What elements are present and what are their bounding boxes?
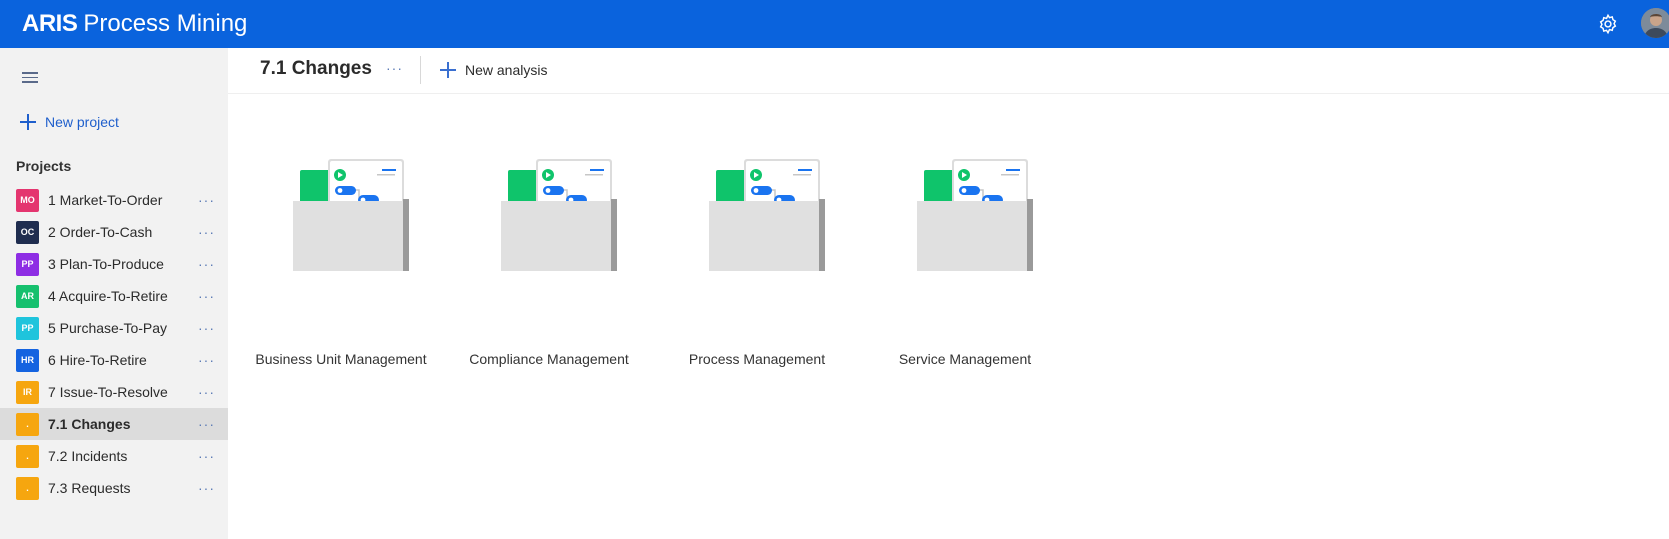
project-more-options-icon[interactable]: ··· — [198, 480, 215, 496]
app-title[interactable]: ARIS Process Mining — [22, 10, 247, 38]
page-header: 7.1 Changes ··· New analysis — [228, 48, 1669, 94]
analysis-label: Process Management — [688, 351, 826, 367]
project-badge: PP — [16, 316, 39, 340]
project-label: 1 Market-To-Order — [48, 192, 163, 208]
project-badge: . — [16, 476, 39, 500]
analysis-folder-icon — [917, 159, 1033, 271]
project-label: 3 Plan-To-Produce — [48, 256, 164, 272]
sidebar-project-item[interactable]: IR 7 Issue-To-Resolve ··· — [0, 376, 228, 408]
new-project-button[interactable]: New project — [20, 111, 119, 133]
page-more-options-icon[interactable]: ··· — [386, 60, 403, 76]
project-more-options-icon[interactable]: ··· — [198, 416, 215, 432]
analysis-label: Business Unit Management — [255, 351, 427, 367]
sidebar-project-item[interactable]: . 7.2 Incidents ··· — [0, 440, 228, 472]
analysis-tile[interactable]: Service Management — [870, 158, 1060, 367]
project-badge: MO — [16, 188, 39, 212]
project-more-options-icon[interactable]: ··· — [198, 224, 215, 240]
project-badge: OC — [16, 220, 39, 244]
project-badge: AR — [16, 284, 39, 308]
project-label: 4 Acquire-To-Retire — [48, 288, 168, 304]
top-bar: ARIS Process Mining — [0, 0, 1669, 48]
sidebar-project-item[interactable]: OC 2 Order-To-Cash ··· — [0, 216, 228, 248]
sidebar-project-item[interactable]: MO 1 Market-To-Order ··· — [0, 184, 228, 216]
project-label: 2 Order-To-Cash — [48, 224, 153, 240]
analysis-tile[interactable]: Business Unit Management — [246, 158, 436, 367]
sidebar: New project Projects MO 1 Market-To-Order… — [0, 48, 228, 539]
project-more-options-icon[interactable]: ··· — [198, 448, 215, 464]
analysis-tile[interactable]: Process Management — [662, 158, 852, 367]
new-project-label: New project — [45, 114, 119, 130]
analysis-label: Service Management — [898, 351, 1032, 367]
sidebar-project-item[interactable]: HR 6 Hire-To-Retire ··· — [0, 344, 228, 376]
project-badge: PP — [16, 252, 39, 276]
project-more-options-icon[interactable]: ··· — [198, 256, 215, 272]
menu-toggle-icon[interactable] — [22, 72, 38, 84]
projects-heading: Projects — [16, 158, 72, 174]
analysis-folder-icon — [501, 159, 617, 271]
project-label: 5 Purchase-To-Pay — [48, 320, 168, 336]
project-label: 7.2 Incidents — [48, 448, 128, 464]
header-divider — [420, 56, 421, 84]
project-label: 7.3 Requests — [48, 480, 131, 496]
sidebar-project-item[interactable]: AR 4 Acquire-To-Retire ··· — [0, 280, 228, 312]
project-badge: IR — [16, 380, 39, 404]
plus-icon — [20, 114, 36, 130]
settings-gear-icon[interactable] — [1597, 13, 1619, 35]
project-more-options-icon[interactable]: ··· — [198, 384, 215, 400]
project-list: MO 1 Market-To-Order ··· OC 2 Order-To-Cash ·… — [0, 184, 228, 504]
app-title-rest: Process Mining — [83, 10, 248, 37]
sidebar-project-item[interactable]: . 7.3 Requests ··· — [0, 472, 228, 504]
project-label: 7 Issue-To-Resolve — [48, 384, 168, 400]
project-badge: . — [16, 444, 39, 468]
page-title: 7.1 Changes — [260, 58, 372, 79]
analysis-tile[interactable]: Compliance Management — [454, 158, 644, 367]
analysis-label: Compliance Management — [469, 351, 629, 367]
project-more-options-icon[interactable]: ··· — [198, 192, 215, 208]
user-avatar[interactable] — [1641, 8, 1669, 38]
sidebar-project-item[interactable]: PP 5 Purchase-To-Pay ··· — [0, 312, 228, 344]
project-badge: . — [16, 412, 39, 436]
analysis-folder-icon — [293, 159, 409, 271]
project-more-options-icon[interactable]: ··· — [198, 320, 215, 336]
project-label: 7.1 Changes — [48, 416, 131, 432]
project-badge: HR — [16, 348, 39, 372]
sidebar-project-item[interactable]: . 7.1 Changes ··· — [0, 408, 228, 440]
new-analysis-button[interactable]: New analysis — [440, 59, 547, 81]
project-more-options-icon[interactable]: ··· — [198, 352, 215, 368]
main-area: 7.1 Changes ··· New analysis Business Un… — [228, 48, 1669, 539]
app-title-bold: ARIS — [22, 10, 78, 37]
project-label: 6 Hire-To-Retire — [48, 352, 147, 368]
plus-icon — [440, 62, 456, 78]
project-more-options-icon[interactable]: ··· — [198, 288, 215, 304]
new-analysis-label: New analysis — [465, 62, 548, 78]
analysis-folder-icon — [709, 159, 825, 271]
sidebar-project-item[interactable]: PP 3 Plan-To-Produce ··· — [0, 248, 228, 280]
